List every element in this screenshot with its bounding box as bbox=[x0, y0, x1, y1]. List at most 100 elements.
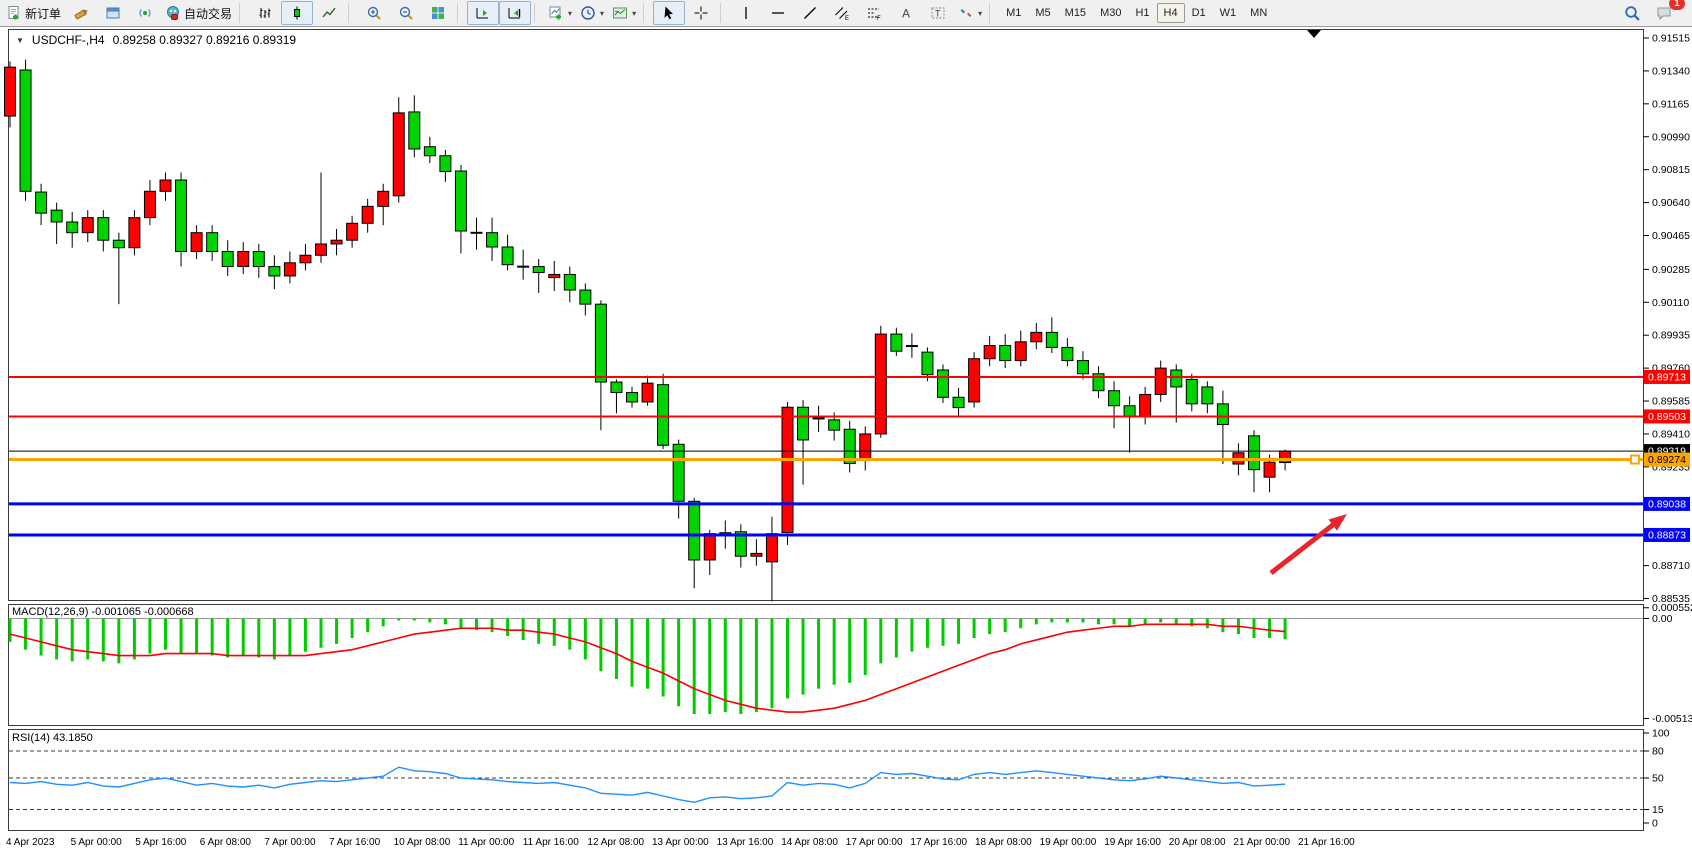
macd-histogram-bar bbox=[382, 619, 385, 627]
macd-histogram-bar bbox=[568, 619, 571, 650]
candle-body bbox=[160, 180, 171, 191]
macd-histogram-bar bbox=[879, 619, 882, 664]
macd-histogram-bar bbox=[646, 619, 649, 689]
time-axis-label: 11 Apr 00:00 bbox=[458, 837, 514, 848]
macd-histogram-bar bbox=[180, 619, 183, 654]
candle-body bbox=[487, 233, 498, 247]
macd-histogram-bar bbox=[802, 619, 805, 695]
macd-histogram-bar bbox=[366, 619, 369, 633]
candle-body bbox=[300, 255, 311, 263]
macd-histogram-bar bbox=[24, 619, 27, 650]
macd-histogram-bar bbox=[257, 619, 260, 658]
macd-histogram-bar bbox=[335, 619, 338, 644]
macd-histogram-bar bbox=[242, 619, 245, 656]
candle-body bbox=[362, 206, 373, 223]
candle-body bbox=[316, 244, 327, 255]
macd-histogram-bar bbox=[102, 619, 105, 662]
macd-histogram-bar bbox=[957, 619, 960, 644]
candle-body bbox=[67, 222, 78, 233]
candle-body bbox=[378, 191, 389, 206]
chart-canvas[interactable]: 0.915150.913400.911650.909900.908150.906… bbox=[0, 0, 1692, 854]
chart-symbol-label: USDCHF-,H4 bbox=[32, 33, 105, 47]
macd-histogram-bar bbox=[942, 619, 945, 646]
candle-body bbox=[424, 147, 435, 156]
line-drag-handle[interactable] bbox=[1631, 456, 1639, 464]
candle-body bbox=[1217, 404, 1228, 425]
macd-histogram-bar bbox=[413, 619, 416, 621]
macd-histogram-bar bbox=[195, 619, 198, 654]
candle-body bbox=[113, 240, 124, 248]
candle-body bbox=[518, 266, 529, 267]
rsi-pane[interactable] bbox=[9, 730, 1644, 831]
candle-body bbox=[471, 232, 482, 233]
price-axis-tick-label: 0.91515 bbox=[1652, 33, 1690, 45]
price-axis-tick-label: 0.90990 bbox=[1652, 131, 1690, 143]
rsi-axis-label: 50 bbox=[1652, 773, 1664, 785]
macd-histogram-bar bbox=[40, 619, 43, 656]
candle-body bbox=[1186, 379, 1197, 403]
macd-axis-label: -0.00513 bbox=[1652, 713, 1692, 725]
candle-body bbox=[347, 223, 358, 240]
candle-body bbox=[1264, 462, 1275, 477]
price-axis-tick-label: 0.90640 bbox=[1652, 197, 1690, 209]
candle-body bbox=[409, 112, 420, 149]
time-axis-label: 21 Apr 16:00 bbox=[1298, 837, 1355, 848]
price-level-badge-text: 0.88873 bbox=[1648, 529, 1686, 541]
time-axis-label: 17 Apr 16:00 bbox=[910, 837, 967, 848]
candle-body bbox=[798, 407, 809, 440]
candle-body bbox=[689, 501, 700, 560]
candle-body bbox=[953, 397, 964, 407]
candle-body bbox=[1155, 368, 1166, 394]
candle-body bbox=[5, 67, 16, 116]
candle-body bbox=[1046, 332, 1057, 347]
macd-histogram-bar bbox=[739, 619, 742, 715]
time-axis-label: 18 Apr 08:00 bbox=[975, 837, 1032, 848]
macd-histogram-bar bbox=[133, 619, 136, 660]
macd-histogram-bar bbox=[522, 619, 525, 640]
macd-histogram-bar bbox=[599, 619, 602, 672]
candle-body bbox=[891, 334, 902, 351]
macd-axis-label: 0.00 bbox=[1652, 613, 1673, 625]
time-axis-label: 10 Apr 08:00 bbox=[394, 837, 451, 848]
time-axis-label: 17 Apr 00:00 bbox=[846, 837, 903, 848]
macd-histogram-bar bbox=[1268, 619, 1271, 639]
candle-body bbox=[222, 251, 233, 266]
candle-body bbox=[144, 191, 155, 217]
candle-body bbox=[176, 180, 187, 251]
candle-body bbox=[502, 247, 513, 265]
macd-pane[interactable] bbox=[9, 605, 1644, 726]
price-axis-tick-label: 0.90815 bbox=[1652, 164, 1690, 176]
candle-body bbox=[1140, 394, 1151, 417]
candle-body bbox=[207, 233, 218, 252]
candle-body bbox=[580, 290, 591, 304]
macd-histogram-bar bbox=[1159, 619, 1162, 623]
macd-histogram-bar bbox=[1035, 619, 1038, 625]
price-axis-tick-label: 0.89585 bbox=[1652, 396, 1690, 408]
price-axis-tick-label: 0.89410 bbox=[1652, 428, 1690, 440]
candle-body bbox=[20, 70, 31, 191]
candle-body bbox=[1062, 347, 1073, 360]
price-level-badge-text: 0.89274 bbox=[1648, 454, 1686, 466]
candle-body bbox=[238, 251, 249, 266]
candle-body bbox=[627, 393, 638, 402]
macd-histogram-bar bbox=[55, 619, 58, 660]
price-axis-tick-label: 0.89935 bbox=[1652, 330, 1690, 342]
macd-histogram-bar bbox=[459, 619, 462, 629]
candle-body bbox=[1109, 391, 1120, 406]
time-axis-label: 19 Apr 16:00 bbox=[1104, 837, 1161, 848]
price-level-badge-text: 0.89503 bbox=[1648, 411, 1686, 423]
chart-dropdown-icon[interactable]: ▼ bbox=[16, 36, 24, 45]
macd-histogram-bar bbox=[1128, 619, 1131, 627]
candle-body bbox=[129, 218, 140, 248]
macd-histogram-bar bbox=[491, 619, 494, 633]
macd-histogram-bar bbox=[320, 619, 323, 648]
macd-histogram-bar bbox=[86, 619, 89, 660]
macd-histogram-bar bbox=[817, 619, 820, 689]
macd-histogram-bar bbox=[1019, 619, 1022, 629]
candle-body bbox=[455, 171, 466, 231]
price-pane[interactable] bbox=[9, 30, 1644, 601]
candle-body bbox=[1015, 342, 1026, 361]
candle-body bbox=[1171, 370, 1182, 387]
trading-platform-window: 新订单 自动交易 bbox=[0, 0, 1692, 854]
rsi-axis-label: 0 bbox=[1652, 818, 1658, 830]
